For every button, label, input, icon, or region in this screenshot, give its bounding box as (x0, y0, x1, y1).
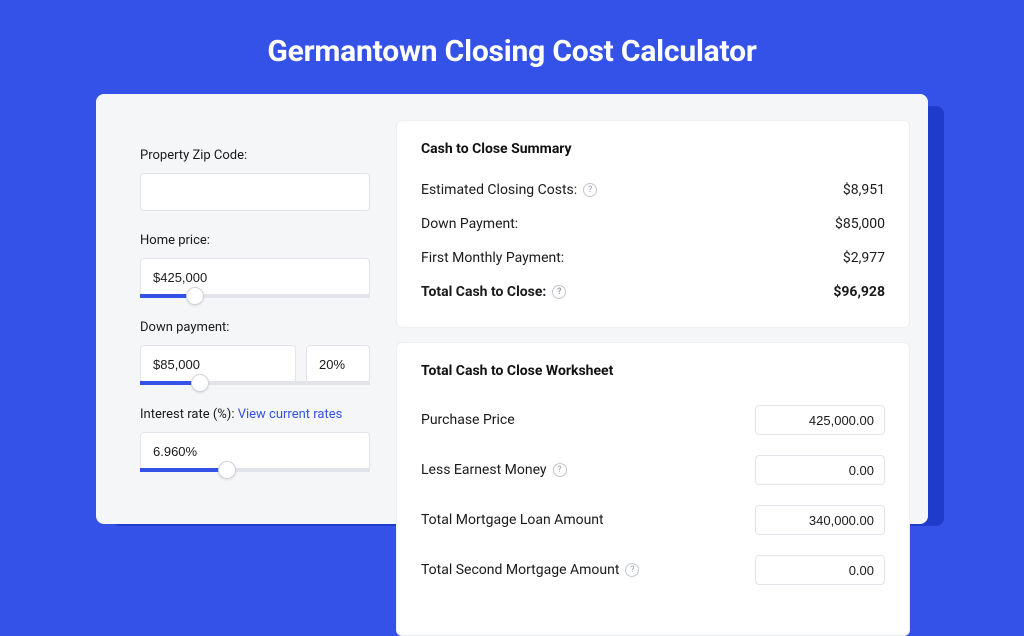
worksheet-row-input[interactable] (755, 555, 885, 585)
interest-rate-field: Interest rate (%): View current rates (140, 407, 370, 472)
interest-rate-input[interactable] (140, 432, 370, 470)
summary-row: Down Payment: $85,000 (421, 207, 885, 241)
worksheet-title: Total Cash to Close Worksheet (421, 363, 885, 379)
help-icon[interactable]: ? (625, 563, 639, 577)
summary-title: Cash to Close Summary (421, 141, 885, 157)
summary-row-value: $96,928 (833, 284, 885, 300)
summary-row-label: First Monthly Payment: (421, 250, 564, 266)
down-payment-label: Down payment: (140, 320, 370, 335)
interest-rate-label-text: Interest rate (%): (140, 407, 238, 422)
interest-rate-slider[interactable] (140, 468, 370, 472)
summary-row-value: $2,977 (843, 250, 885, 266)
worksheet-row-label: Total Second Mortgage Amount? (421, 562, 639, 578)
down-payment-pct-input[interactable] (306, 345, 370, 383)
worksheet-row-label: Less Earnest Money? (421, 462, 567, 478)
help-icon[interactable]: ? (553, 463, 567, 477)
inputs-panel: Property Zip Code: Home price: Down paym… (114, 120, 396, 524)
down-payment-input[interactable] (140, 345, 296, 383)
worksheet-row: Total Mortgage Loan Amount (421, 495, 885, 545)
interest-rate-slider-fill (140, 468, 227, 472)
summary-row-label: Estimated Closing Costs:? (421, 182, 597, 198)
worksheet-row-input[interactable] (755, 405, 885, 435)
zip-input[interactable] (140, 173, 370, 211)
worksheet-row-label-text: Total Mortgage Loan Amount (421, 512, 604, 528)
worksheet-row-label-text: Purchase Price (421, 412, 515, 428)
down-payment-slider-thumb[interactable] (191, 374, 209, 392)
summary-row: Total Cash to Close:? $96,928 (421, 275, 885, 309)
results-panel: Cash to Close Summary Estimated Closing … (396, 120, 910, 524)
interest-rate-slider-thumb[interactable] (218, 461, 236, 479)
summary-row-label-text: Estimated Closing Costs: (421, 182, 577, 198)
worksheet-row: Less Earnest Money? (421, 445, 885, 495)
worksheet-row-label: Purchase Price (421, 412, 515, 428)
view-current-rates-link[interactable]: View current rates (238, 407, 343, 422)
worksheet-row: Total Second Mortgage Amount? (421, 545, 885, 595)
summary-panel: Cash to Close Summary Estimated Closing … (396, 120, 910, 328)
worksheet-row: Purchase Price (421, 395, 885, 445)
home-price-field: Home price: (140, 233, 370, 298)
down-payment-slider[interactable] (140, 381, 370, 385)
zip-field: Property Zip Code: (140, 148, 370, 211)
worksheet-row-label: Total Mortgage Loan Amount (421, 512, 604, 528)
page-title: Germantown Closing Cost Calculator (0, 0, 1024, 93)
home-price-input[interactable] (140, 258, 370, 296)
summary-row-label: Total Cash to Close:? (421, 284, 566, 300)
summary-row-label: Down Payment: (421, 216, 518, 232)
summary-row-label-text: Down Payment: (421, 216, 518, 232)
calculator-card: Property Zip Code: Home price: Down paym… (96, 94, 928, 524)
summary-row-value: $8,951 (843, 182, 885, 198)
home-price-label: Home price: (140, 233, 370, 248)
summary-row: First Monthly Payment: $2,977 (421, 241, 885, 275)
summary-row-label-text: First Monthly Payment: (421, 250, 564, 266)
interest-rate-label: Interest rate (%): View current rates (140, 407, 370, 422)
worksheet-row-input[interactable] (755, 455, 885, 485)
summary-row-value: $85,000 (835, 216, 885, 232)
worksheet-row-input[interactable] (755, 505, 885, 535)
help-icon[interactable]: ? (552, 285, 566, 299)
worksheet-row-label-text: Total Second Mortgage Amount (421, 562, 619, 578)
down-payment-field: Down payment: (140, 320, 370, 385)
help-icon[interactable]: ? (583, 183, 597, 197)
home-price-slider-thumb[interactable] (186, 287, 204, 305)
summary-row: Estimated Closing Costs:? $8,951 (421, 173, 885, 207)
worksheet-panel: Total Cash to Close Worksheet Purchase P… (396, 342, 910, 636)
home-price-slider[interactable] (140, 294, 370, 298)
worksheet-row-label-text: Less Earnest Money (421, 462, 547, 478)
zip-label: Property Zip Code: (140, 148, 370, 163)
summary-row-label-text: Total Cash to Close: (421, 284, 546, 300)
